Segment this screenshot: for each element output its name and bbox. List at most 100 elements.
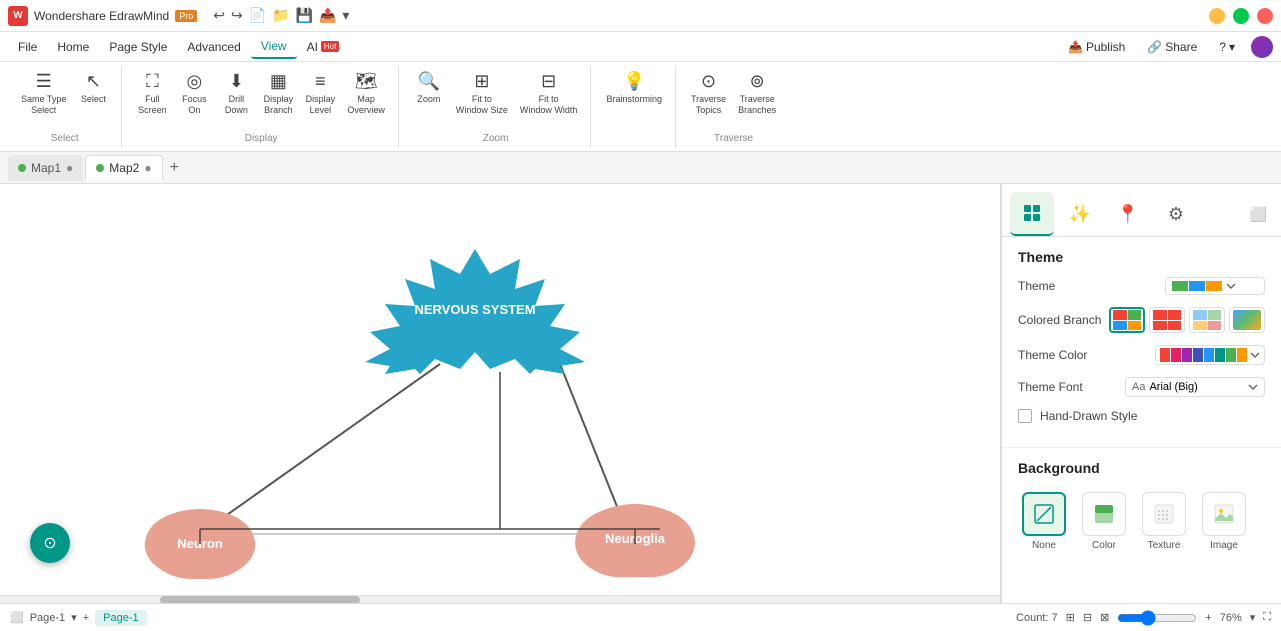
theme-font-label: Theme Font — [1018, 380, 1083, 394]
panel-tab-ai[interactable]: ✨ — [1058, 192, 1102, 236]
publish-button[interactable]: 📤 Publish — [1062, 37, 1131, 57]
hand-drawn-label: Hand-Drawn Style — [1040, 409, 1137, 423]
background-section-title: Background — [1018, 460, 1265, 476]
status-right: Count: 7 ⊞ ⊟ ⊠ + 76% ▾ ⛶ — [1016, 610, 1271, 626]
bg-option-image[interactable]: Image — [1198, 488, 1250, 555]
theme-dropdown[interactable] — [1165, 277, 1265, 295]
undo-button[interactable]: ↩ — [213, 7, 225, 24]
toolbar-group-brainstorming: 💡 Brainstorming — [593, 66, 676, 148]
menu-file[interactable]: File — [8, 36, 47, 58]
menu-view[interactable]: View — [251, 35, 297, 59]
traverse-branches-button[interactable]: ⊚ TraverseBranches — [733, 68, 781, 119]
panel-tab-pin[interactable]: 📍 — [1106, 192, 1150, 236]
canvas[interactable]: NERVOUS SYSTEM Neuron Neuroglia All nerv… — [0, 184, 1001, 603]
redo-button[interactable]: ↪ — [231, 7, 243, 24]
focus-on-button[interactable]: ◎ FocusOn — [174, 68, 214, 119]
display-branch-icon: ▦ — [270, 71, 287, 92]
floating-action-icon: ⊙ — [43, 533, 56, 553]
bg-none-label: None — [1032, 540, 1056, 551]
colored-branch-label: Colored Branch — [1018, 313, 1101, 327]
panel-tab-layout[interactable] — [1010, 192, 1054, 236]
toolbar-group-traverse: ⊙ TraverseTopics ⊚ TraverseBranches Trav… — [678, 66, 789, 148]
close-button[interactable] — [1257, 8, 1273, 24]
floating-action-button[interactable]: ⊙ — [30, 523, 70, 563]
open-button[interactable]: 📁 — [272, 7, 289, 24]
user-avatar[interactable] — [1251, 36, 1273, 58]
scroll-thumb[interactable] — [160, 596, 360, 603]
traverse-topics-button[interactable]: ⊙ TraverseTopics — [686, 68, 731, 119]
cb-option-1[interactable] — [1109, 307, 1145, 333]
tab-map2[interactable]: Map2 ● — [85, 155, 162, 181]
help-button[interactable]: ?▾ — [1213, 37, 1241, 57]
thumbnail-button[interactable]: ⊟ — [1083, 611, 1092, 624]
export-button[interactable]: 📤 — [319, 7, 336, 24]
svg-text:Neuron: Neuron — [177, 536, 223, 551]
tab-map1[interactable]: Map1 ● — [8, 155, 83, 181]
fullscreen-button[interactable]: ⛶ — [1263, 611, 1271, 624]
select-items: ☰ Same TypeSelect ↖ Select — [16, 68, 113, 133]
same-type-select-icon: ☰ — [36, 71, 52, 92]
theme-color-row: Theme Color — [1018, 345, 1265, 365]
tabs-bar: Map1 ● Map2 ● + — [0, 152, 1281, 184]
map-overview-button[interactable]: 🗺 MapOverview — [342, 68, 390, 119]
bg-color-label: Color — [1092, 540, 1116, 551]
colored-branch-options — [1109, 307, 1265, 333]
new-button[interactable]: 📄 — [249, 7, 266, 24]
theme-font-dropdown[interactable]: Aa Arial (Big) — [1125, 377, 1265, 397]
bg-option-none[interactable]: None — [1018, 488, 1070, 555]
right-panel: ✨ 📍 ⚙ ⬜ Theme Theme — [1001, 184, 1281, 603]
grid-button[interactable]: ⊞ — [1066, 611, 1075, 624]
share-button[interactable]: 🔗 Share — [1141, 37, 1203, 57]
minimize-button[interactable] — [1209, 8, 1225, 24]
select-button[interactable]: ↖ Select — [73, 68, 113, 108]
branch-neuroglia[interactable]: Neuroglia — [570, 499, 700, 582]
save-button[interactable]: 💾 — [296, 7, 313, 24]
theme-preview — [1172, 281, 1222, 291]
central-node[interactable]: NERVOUS SYSTEM — [360, 244, 590, 374]
svg-text:Neuroglia: Neuroglia — [605, 531, 666, 546]
fit-to-window-size-button[interactable]: ⊞ Fit toWindow Size — [451, 68, 513, 119]
zoom-button[interactable]: 🔍 Zoom — [409, 68, 449, 108]
full-screen-button[interactable]: ⛶ FullScreen — [132, 68, 172, 119]
menu-home[interactable]: Home — [47, 36, 99, 58]
more-button[interactable]: ▾ — [342, 7, 349, 24]
maximize-button[interactable] — [1233, 8, 1249, 24]
fit-to-window-width-button[interactable]: ⊟ Fit toWindow Width — [515, 68, 583, 119]
zoom-dropdown-button[interactable]: ▾ — [1250, 611, 1256, 624]
fit-button[interactable]: ⊠ — [1100, 611, 1109, 624]
display-level-button[interactable]: ≡ DisplayLevel — [300, 68, 340, 119]
brainstorming-icon: 💡 — [623, 71, 645, 92]
brainstorming-button[interactable]: 💡 Brainstorming — [601, 68, 667, 108]
main-area: NERVOUS SYSTEM Neuron Neuroglia All nerv… — [0, 184, 1281, 603]
drill-down-button[interactable]: ⬇ DrillDown — [216, 68, 256, 119]
display-group-label: Display — [245, 133, 278, 146]
toolbar-group-display: ⛶ FullScreen ◎ FocusOn ⬇ DrillDown ▦ Dis… — [124, 66, 399, 148]
hand-drawn-checkbox[interactable] — [1018, 409, 1032, 423]
page-dropdown-button[interactable]: ▾ — [71, 611, 77, 624]
theme-color-picker[interactable] — [1155, 345, 1265, 365]
zoom-slider[interactable] — [1117, 610, 1197, 626]
cb-option-4[interactable] — [1229, 307, 1265, 333]
font-value: Arial (Big) — [1149, 381, 1197, 393]
menu-ai[interactable]: AI Hot — [297, 36, 350, 58]
layout-icon[interactable]: ⬜ — [10, 611, 24, 624]
horizontal-scrollbar[interactable] — [0, 595, 1000, 603]
branch-neuron[interactable]: Neuron — [140, 504, 260, 587]
cb-option-2[interactable] — [1149, 307, 1185, 333]
display-branch-button[interactable]: ▦ DisplayBranch — [258, 68, 298, 119]
panel-tab-settings[interactable]: ⚙ — [1154, 192, 1198, 236]
zoom-in-button[interactable]: + — [1205, 612, 1211, 624]
cb-option-3[interactable] — [1189, 307, 1225, 333]
bg-option-color[interactable]: Color — [1078, 488, 1130, 555]
hot-badge: Hot — [321, 41, 339, 52]
add-tab-button[interactable]: + — [165, 159, 184, 177]
bg-option-texture[interactable]: Texture — [1138, 488, 1190, 555]
theme-font-row: Theme Font Aa Arial (Big) — [1018, 377, 1265, 397]
menu-page-style[interactable]: Page Style — [99, 36, 177, 58]
page-tab[interactable]: Page-1 — [95, 610, 146, 626]
menu-advanced[interactable]: Advanced — [177, 36, 250, 58]
bg-color-icon — [1082, 492, 1126, 536]
panel-expand-button[interactable]: ⬜ — [1244, 206, 1273, 223]
same-type-select-button[interactable]: ☰ Same TypeSelect — [16, 68, 71, 119]
add-page-button[interactable]: + — [83, 612, 89, 624]
